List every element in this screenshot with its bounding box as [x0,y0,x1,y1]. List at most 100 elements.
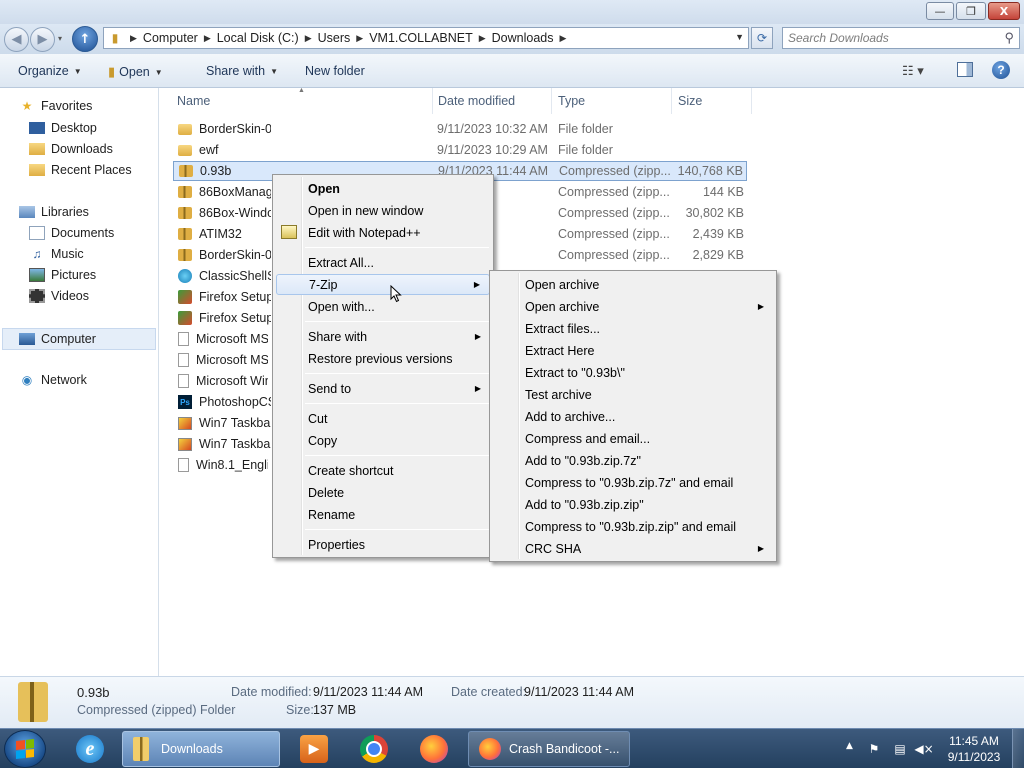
menu-item-extract-files[interactable]: Extract files... [493,318,773,339]
breadcrumb-separator[interactable]: ▶ [124,33,143,44]
breadcrumb-separator[interactable]: ▶ [299,33,318,44]
menu-item-create-shortcut[interactable]: Create shortcut [276,460,490,481]
menu-item-label: Delete [308,485,345,500]
menu-item-open-archive[interactable]: Open archive [493,274,773,295]
menu-item-label: Restore previous versions [308,351,453,366]
column-date-modified[interactable]: Date modified [438,94,515,108]
windows-logo-icon [16,739,34,759]
breadcrumb-users[interactable]: Users [318,31,351,45]
menu-item-open-with[interactable]: Open with... [276,296,490,317]
change-view-button[interactable]: ☷ ▾ [902,63,924,79]
refresh-button[interactable]: ⟳ [751,27,773,49]
folder-icon [178,144,192,156]
menu-item-extract-to-0-93b[interactable]: Extract to "0.93b\" [493,362,773,383]
taskbar-media-player[interactable]: ▶ [288,731,340,767]
back-button[interactable]: ◀ [4,27,29,52]
taskbar-downloads-window[interactable]: Downloads [122,731,280,767]
column-size[interactable]: Size [678,94,702,108]
sidebar-item-documents[interactable]: Documents [29,226,114,240]
open-button[interactable]: ▮ Open ▼ [108,64,163,80]
show-hidden-icons-button[interactable]: ▲ [846,741,853,751]
breadcrumb-separator[interactable]: ▶ [350,33,369,44]
column-name[interactable]: Name [177,94,210,108]
sidebar-item-libraries[interactable]: Libraries [19,205,89,219]
breadcrumb-separator[interactable]: ▶ [473,33,492,44]
file-row[interactable]: ewf 9/11/2023 10:29 AM File folder [173,140,747,160]
menu-item-7-zip[interactable]: 7-Zip ▶ [276,274,490,295]
sidebar-item-videos[interactable]: Videos [29,289,89,303]
sidebar-item-favorites[interactable]: ★ Favorites [19,99,93,113]
sidebar-item-recent-places[interactable]: Recent Places [29,163,132,177]
menu-item-extract-all[interactable]: Extract All... [276,252,490,273]
share-with-button[interactable]: Share with ▼ [206,64,278,78]
menu-item-compress-to-0-93b-zip-7z-and-email[interactable]: Compress to "0.93b.zip.7z" and email [493,472,773,493]
close-button[interactable]: X [988,2,1020,20]
menu-item-open[interactable]: Open [276,178,490,199]
taskbar-crash-bandicoot-window[interactable]: Crash Bandicoot -... [468,731,630,767]
sidebar-item-pictures[interactable]: Pictures [29,268,96,282]
menu-item-send-to[interactable]: Send to ▶ [276,378,490,399]
menu-item-open-archive[interactable]: Open archive ▶ [493,296,773,317]
column-divider[interactable] [751,88,752,114]
document-icon [178,332,189,346]
minimize-button[interactable]: — [926,2,954,20]
search-input[interactable]: Search Downloads ⚲ [782,27,1020,49]
menu-item-add-to-archive[interactable]: Add to archive... [493,406,773,427]
menu-item-extract-here[interactable]: Extract Here [493,340,773,361]
preview-pane-icon[interactable] [957,62,973,77]
sidebar-item-music[interactable]: ♫ Music [29,247,84,261]
menu-item-test-archive[interactable]: Test archive [493,384,773,405]
menu-item-compress-and-email[interactable]: Compress and email... [493,428,773,449]
sidebar-item-downloads[interactable]: Downloads [29,142,113,156]
menu-item-cut[interactable]: Cut [276,408,490,429]
menu-item-compress-to-0-93b-zip-zip-and-email[interactable]: Compress to "0.93b.zip.zip" and email [493,516,773,537]
file-row[interactable]: BorderSkin-0.3 9/11/2023 10:32 AM File fol… [173,119,747,139]
menu-item-copy[interactable]: Copy [276,430,490,451]
show-desktop-button[interactable] [1012,729,1024,768]
sidebar-item-label: Recent Places [51,163,132,177]
sidebar-item-desktop[interactable]: Desktop [29,121,97,135]
breadcrumb-downloads[interactable]: Downloads [492,31,554,45]
menu-item-add-to-0-93b-zip-zip[interactable]: Add to "0.93b.zip.zip" [493,494,773,515]
column-divider[interactable] [671,88,672,114]
breadcrumb-separator[interactable]: ▶ [198,33,217,44]
taskbar-internet-explorer[interactable]: e [64,731,116,767]
breadcrumb-local-disk[interactable]: Local Disk (C:) [217,31,299,45]
volume-muted-icon[interactable]: ◀× [914,742,933,756]
new-folder-button[interactable]: New folder [305,64,365,78]
action-center-flag-icon[interactable]: ⚑ [866,742,882,756]
menu-item-delete[interactable]: Delete [276,482,490,503]
breadcrumb-separator[interactable]: ▶ [553,33,572,44]
menu-item-share-with[interactable]: Share with ▶ [276,326,490,347]
maximize-button[interactable]: ❐ [956,2,986,20]
menu-item-rename[interactable]: Rename [276,504,490,525]
organize-button[interactable]: Organize ▼ [18,64,82,78]
sidebar-item-network[interactable]: ◉ Network [19,373,87,387]
address-dropdown-icon[interactable]: ▼ [735,32,744,42]
breadcrumb-computer[interactable]: Computer [143,31,198,45]
menu-item-restore-previous-versions[interactable]: Restore previous versions [276,348,490,369]
column-divider[interactable] [551,88,552,114]
taskbar-chrome[interactable] [348,731,400,767]
network-icon[interactable]: ▤ [892,742,908,756]
menu-item-add-to-0-93b-zip-7z[interactable]: Add to "0.93b.zip.7z" [493,450,773,471]
clock-time[interactable]: 11:45 AM [946,734,1002,748]
forward-button[interactable]: ▶ [30,27,55,52]
search-icon[interactable]: ⚲ [1004,30,1014,46]
menu-item-open-in-new-window[interactable]: Open in new window [276,200,490,221]
start-button[interactable] [4,730,46,768]
help-icon[interactable]: ? [992,61,1010,79]
column-type[interactable]: Type [558,94,585,108]
breadcrumb-user[interactable]: VM1.COLLABNET [369,31,473,45]
menu-item-edit-with-notepad[interactable]: Edit with Notepad++ [276,222,490,243]
menu-item-crc-sha[interactable]: CRC SHA ▶ [493,538,773,559]
sidebar-item-computer[interactable]: Computer [2,328,156,350]
clock-date[interactable]: 9/11/2023 [946,750,1002,764]
taskbar-firefox[interactable] [408,731,460,767]
menu-item-properties[interactable]: Properties [276,534,490,555]
recent-pages-dropdown[interactable]: ▾ [58,34,62,43]
address-bar[interactable]: ▮ ▶ Computer ▶ Local Disk (C:) ▶ Users ▶… [103,27,749,49]
up-button[interactable]: ↑ [72,26,98,52]
search-placeholder: Search Downloads [788,31,889,45]
column-divider[interactable] [432,88,433,114]
